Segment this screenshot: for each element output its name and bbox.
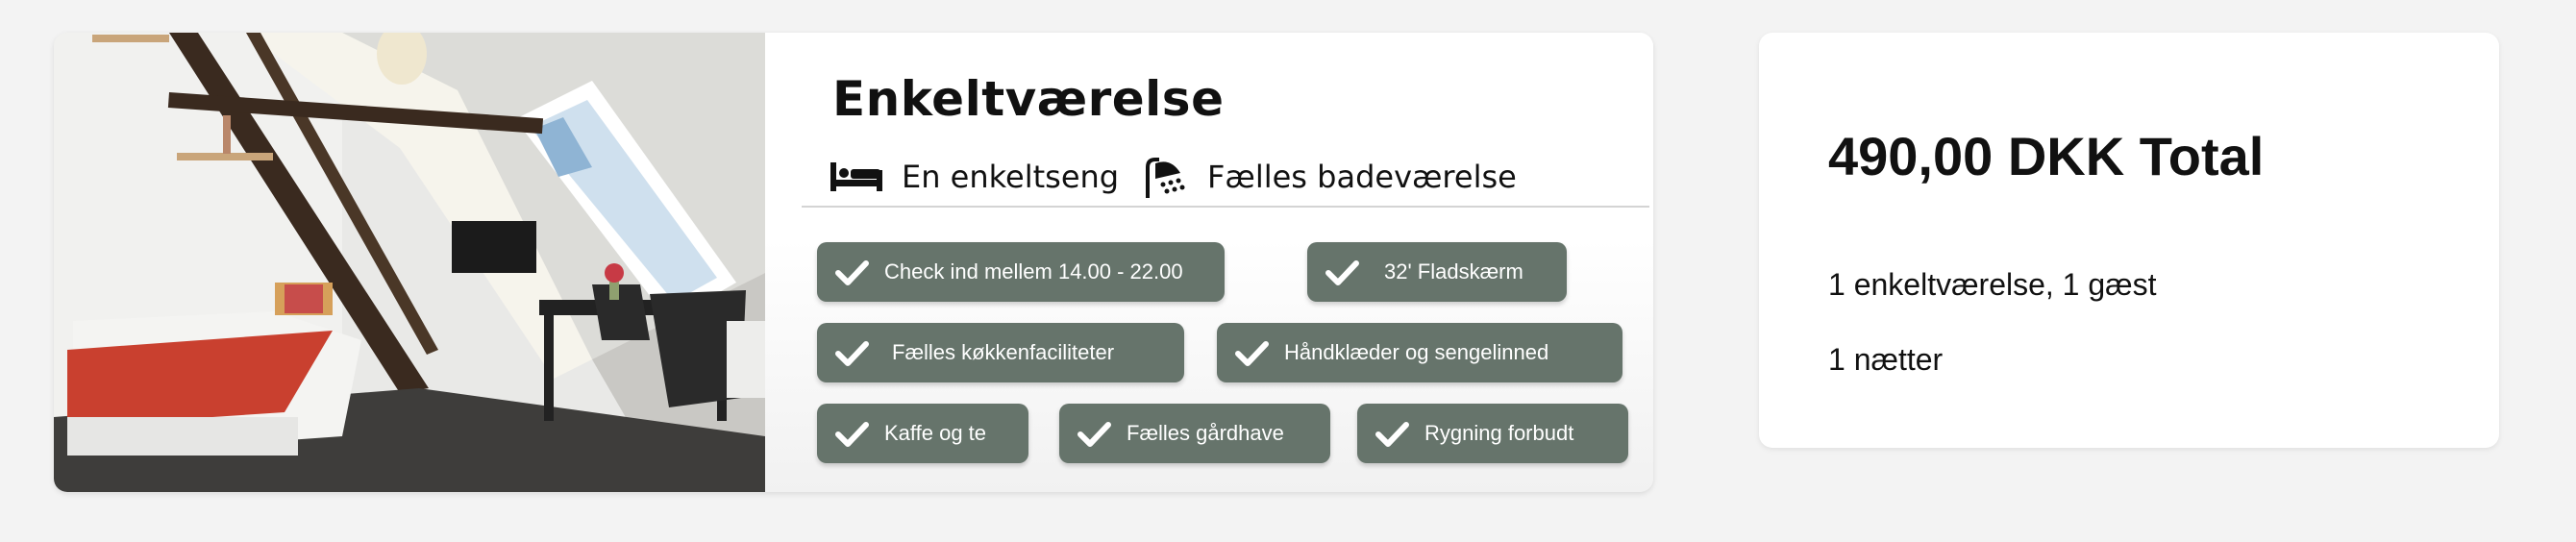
checkmark-icon	[1077, 422, 1111, 447]
amenity-linen: Håndklæder og sengelinned	[1217, 323, 1622, 382]
amenity-garden: Fælles gårdhave	[1059, 404, 1330, 463]
amenity-tv: 32' Fladskærm	[1307, 242, 1567, 302]
amenity-label: Håndklæder og sengelinned	[1284, 340, 1549, 364]
room-photo	[54, 33, 765, 492]
amenity-label: Fælles gårdhave	[1127, 421, 1284, 445]
checkmark-icon	[1375, 422, 1409, 447]
amenity-coffee: Kaffe og te	[817, 404, 1028, 463]
shower-icon	[1142, 156, 1188, 198]
total-price: 490,00 DKK Total	[1828, 126, 2265, 186]
room-card: Enkeltværelse En enkeltseng Fælles badev…	[54, 33, 1653, 492]
booking-summary-card: 490,00 DKK Total 1 enkeltværelse, 1 gæst…	[1759, 33, 2499, 448]
checkmark-icon	[1235, 341, 1269, 366]
amenity-label: Rygning forbudt	[1424, 421, 1574, 445]
feature-bathroom: Fælles badeværelse	[1142, 150, 1517, 204]
amenity-kitchen: Fælles køkkenfaciliteter	[817, 323, 1184, 382]
feature-bed-label: En enkeltseng	[902, 159, 1120, 195]
divider	[802, 206, 1649, 208]
checkmark-icon	[835, 341, 869, 366]
bed-icon	[830, 160, 882, 193]
amenity-label: Fælles køkkenfaciliteter	[892, 340, 1115, 364]
amenity-label: Check ind mellem 14.00 - 22.00	[884, 259, 1183, 283]
checkmark-icon	[835, 422, 869, 447]
checkmark-icon	[835, 260, 869, 285]
feature-bed: En enkeltseng	[830, 150, 1119, 204]
room-title: Enkeltværelse	[832, 71, 1225, 127]
rooms-guests-summary: 1 enkeltværelse, 1 gæst	[1828, 267, 2157, 302]
amenity-no-smoking: Rygning forbudt	[1357, 404, 1628, 463]
amenity-label: Kaffe og te	[884, 421, 987, 445]
nights-summary: 1 nætter	[1828, 342, 1944, 377]
checkmark-icon	[1325, 260, 1359, 285]
feature-bathroom-label: Fælles badeværelse	[1207, 159, 1517, 195]
amenity-label: 32' Fladskærm	[1384, 259, 1523, 283]
amenity-check-in: Check ind mellem 14.00 - 22.00	[817, 242, 1225, 302]
